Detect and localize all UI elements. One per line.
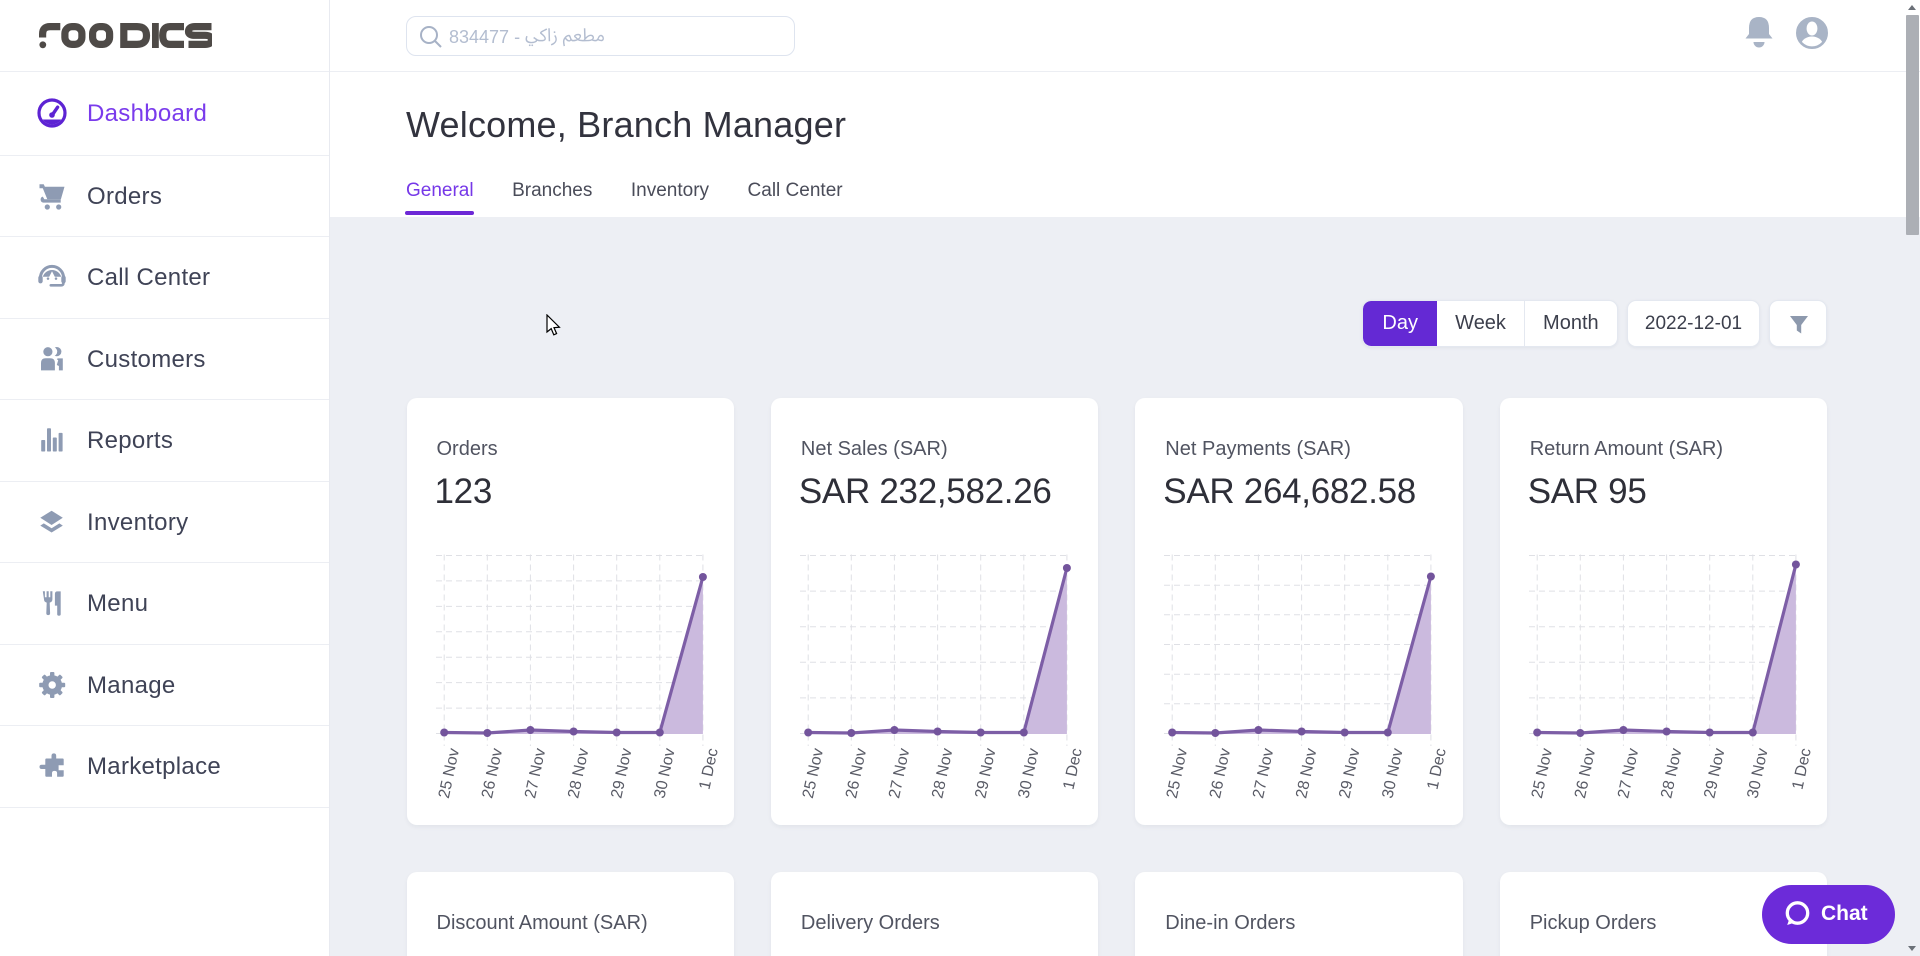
svg-text:26 Nov: 26 Nov xyxy=(1207,747,1234,800)
svg-text:1 Dec: 1 Dec xyxy=(1060,747,1085,791)
svg-text:27 Nov: 27 Nov xyxy=(1250,747,1277,800)
svg-text:26 Nov: 26 Nov xyxy=(1572,747,1599,800)
svg-text:1 Dec: 1 Dec xyxy=(1789,747,1814,791)
svg-text:30 Nov: 30 Nov xyxy=(1744,747,1771,800)
svg-text:27 Nov: 27 Nov xyxy=(1615,747,1642,800)
svg-text:29 Nov: 29 Nov xyxy=(1337,747,1364,800)
svg-text:29 Nov: 29 Nov xyxy=(972,747,999,800)
svg-text:25 Nov: 25 Nov xyxy=(1164,747,1191,800)
svg-text:30 Nov: 30 Nov xyxy=(651,747,678,800)
svg-text:29 Nov: 29 Nov xyxy=(608,747,635,800)
svg-text:27 Nov: 27 Nov xyxy=(886,747,913,800)
svg-text:25 Nov: 25 Nov xyxy=(1529,747,1556,800)
svg-text:1 Dec: 1 Dec xyxy=(1425,747,1450,791)
svg-text:26 Nov: 26 Nov xyxy=(479,747,506,800)
svg-text:28 Nov: 28 Nov xyxy=(1658,747,1685,800)
svg-text:1 Dec: 1 Dec xyxy=(696,747,721,791)
svg-text:25 Nov: 25 Nov xyxy=(800,747,827,800)
svg-text:28 Nov: 28 Nov xyxy=(565,747,592,800)
svg-text:28 Nov: 28 Nov xyxy=(1294,747,1321,800)
svg-text:28 Nov: 28 Nov xyxy=(929,747,956,800)
svg-text:27 Nov: 27 Nov xyxy=(522,747,549,800)
svg-text:30 Nov: 30 Nov xyxy=(1015,747,1042,800)
svg-text:25 Nov: 25 Nov xyxy=(435,747,462,800)
svg-text:26 Nov: 26 Nov xyxy=(843,747,870,800)
svg-text:29 Nov: 29 Nov xyxy=(1701,747,1728,800)
svg-text:30 Nov: 30 Nov xyxy=(1380,747,1407,800)
